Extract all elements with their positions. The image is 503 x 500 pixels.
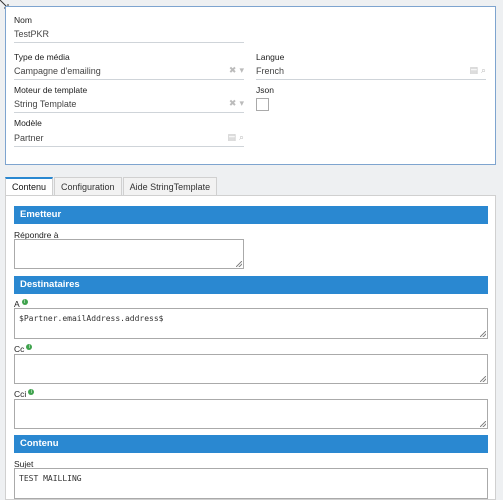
cci-textarea[interactable] — [14, 399, 488, 429]
chevron-down-icon[interactable]: ▾ — [239, 98, 244, 109]
modele-controls: ▤ ⌕ — [227, 132, 244, 143]
langue-value[interactable]: French — [256, 66, 284, 76]
resize-handle[interactable] — [236, 261, 242, 267]
cci-label-row: Cci i — [14, 389, 35, 399]
sujet-value: TEST MAILLING — [19, 474, 82, 483]
langue-underline — [256, 79, 486, 80]
nom-field[interactable]: Nom TestPKR — [14, 15, 244, 45]
type-media-field[interactable]: Type de média Campagne d'emailing ✖ ▾ — [14, 52, 244, 82]
record-header-panel: Nom TestPKR Type de média Campagne d'ema… — [5, 6, 496, 165]
moteur-field[interactable]: Moteur de template String Template ✖ ▾ — [14, 85, 244, 115]
modele-underline — [14, 146, 244, 147]
resize-handle[interactable] — [480, 421, 486, 427]
resize-handle[interactable] — [480, 331, 486, 337]
info-icon[interactable]: i — [21, 299, 28, 305]
tab-configuration[interactable]: Configuration — [54, 177, 122, 195]
tab-content-panel: Emetteur Répondre à Destinataires Ai $Pa… — [5, 195, 496, 500]
moteur-value[interactable]: String Template — [14, 99, 76, 109]
cci-label: Cci — [14, 389, 27, 399]
clear-icon[interactable]: ✖ — [229, 65, 237, 76]
info-icon[interactable]: i — [28, 389, 35, 395]
tab-aide-stringtemplate[interactable]: Aide StringTemplate — [122, 177, 218, 195]
info-icon[interactable]: i — [26, 344, 33, 350]
chevron-down-icon[interactable]: ▾ — [239, 65, 244, 76]
langue-field[interactable]: Langue French ▤ ⌕ — [256, 52, 486, 82]
type-media-label: Type de média — [14, 52, 70, 62]
document-icon[interactable]: ▤ — [227, 132, 236, 143]
section-emetteur-header: Emetteur — [14, 206, 488, 224]
nom-label: Nom — [14, 15, 32, 25]
type-media-value[interactable]: Campagne d'emailing — [14, 66, 101, 76]
json-checkbox[interactable] — [256, 98, 269, 111]
clear-icon[interactable]: ✖ — [229, 98, 237, 109]
sujet-textarea[interactable]: TEST MAILLING — [14, 468, 488, 499]
json-label: Json — [256, 85, 274, 95]
repondre-textarea[interactable] — [14, 239, 244, 269]
moteur-controls: ✖ ▾ — [229, 98, 244, 109]
section-destinataires-header: Destinataires — [14, 276, 488, 294]
langue-controls: ▤ ⌕ — [469, 65, 486, 76]
document-icon[interactable]: ▤ — [469, 65, 478, 76]
langue-label: Langue — [256, 52, 285, 62]
nom-underline — [14, 42, 244, 43]
type-media-controls: ✖ ▾ — [229, 65, 244, 76]
json-field: Json — [256, 85, 316, 115]
moteur-label: Moteur de template — [14, 85, 88, 95]
modele-value[interactable]: Partner — [14, 133, 44, 143]
nom-value[interactable]: TestPKR — [14, 29, 49, 39]
tab-bar: Contenu Configuration Aide StringTemplat… — [5, 177, 218, 195]
cc-label: Cc — [14, 344, 25, 354]
resize-handle[interactable] — [480, 376, 486, 382]
section-contenu-header: Contenu — [14, 435, 488, 453]
search-icon[interactable]: ⌕ — [239, 132, 244, 143]
type-media-underline — [14, 79, 244, 80]
a-value: $Partner.emailAddress.address$ — [19, 314, 164, 323]
search-icon[interactable]: ⌕ — [481, 65, 486, 76]
a-textarea[interactable]: $Partner.emailAddress.address$ — [14, 308, 488, 339]
moteur-underline — [14, 112, 244, 113]
modele-label: Modèle — [14, 118, 42, 128]
modele-field[interactable]: Modèle Partner ▤ ⌕ — [14, 118, 244, 148]
tab-contenu[interactable]: Contenu — [5, 177, 54, 195]
cc-label-row: Cc i — [14, 344, 33, 354]
cc-textarea[interactable] — [14, 354, 488, 384]
